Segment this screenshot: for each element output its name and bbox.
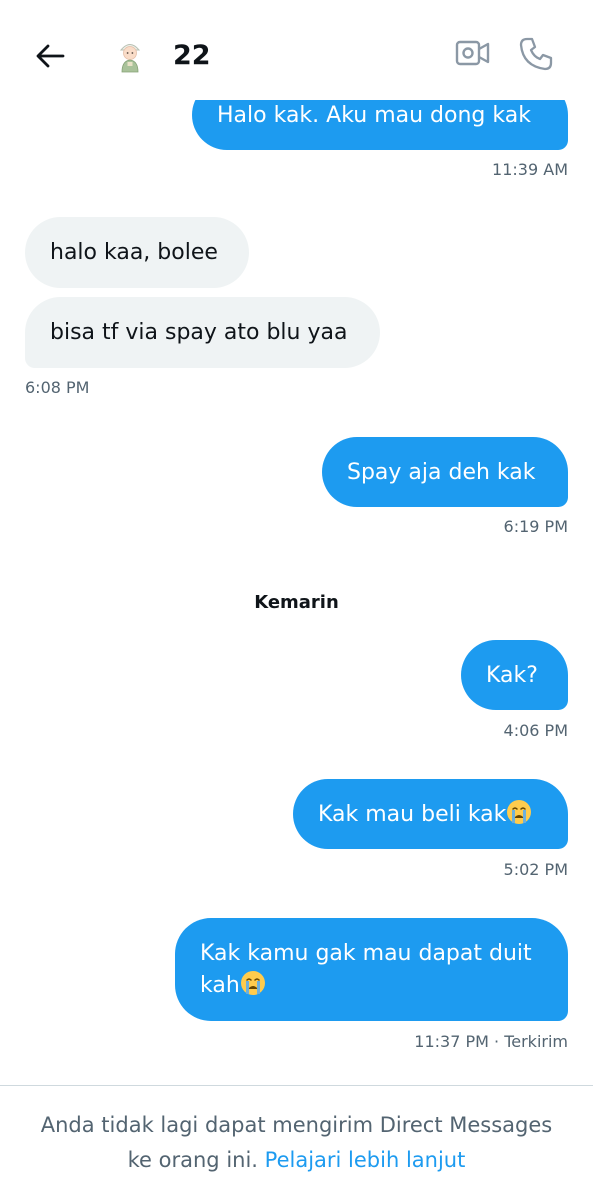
- sent-message[interactable]: Spay aja deh kak: [322, 437, 568, 507]
- footer-divider: [0, 1085, 593, 1086]
- learn-more-link[interactable]: Pelajari lebih lanjut: [265, 1148, 466, 1172]
- message-text-line: Kak kamu gak mau dapat duit: [200, 941, 532, 966]
- back-button[interactable]: [30, 36, 70, 76]
- sent-message[interactable]: Kak kamu gak mau dapat duit kah: [175, 918, 568, 1021]
- received-message[interactable]: bisa tf via spay ato blu yaa: [25, 297, 380, 368]
- message-timestamp: 5:02 PM: [503, 860, 568, 879]
- notice-line: ke orang ini.: [127, 1148, 258, 1172]
- notice-line: Anda tidak lagi dapat mengirim Direct Me…: [40, 1113, 553, 1137]
- message-timestamp: 11:39 AM: [492, 160, 568, 179]
- message-text: Halo kak. Aku mau dong kak: [217, 103, 531, 128]
- voice-call-button[interactable]: [518, 36, 558, 76]
- video-camera-icon: [455, 40, 490, 66]
- conversation-header: 22: [0, 0, 593, 100]
- message-text-line: kah: [200, 973, 240, 998]
- message-text: Kak?: [486, 663, 538, 688]
- video-call-button[interactable]: [455, 38, 495, 72]
- message-text: halo kaa, bolee: [50, 240, 218, 265]
- avatar[interactable]: [110, 36, 150, 76]
- avatar-image: [119, 44, 141, 73]
- arrow-left-icon: [36, 44, 65, 68]
- conversation-title[interactable]: 22: [173, 40, 211, 71]
- message-timestamp: 6:08 PM: [25, 378, 90, 397]
- day-separator: Kemarin: [254, 592, 339, 613]
- loudly-crying-face-icon: [507, 800, 532, 824]
- message-text: bisa tf via spay ato blu yaa: [50, 320, 348, 345]
- phone-icon: [519, 37, 553, 71]
- sent-message[interactable]: Kak?: [461, 640, 568, 710]
- message-text: Kak mau beli kak: [318, 802, 507, 827]
- received-message[interactable]: halo kaa, bolee: [25, 217, 249, 288]
- message-status: 11:37 PM · Terkirim: [414, 1032, 568, 1051]
- message-text: Spay aja deh kak: [347, 460, 536, 485]
- sent-message[interactable]: Kak mau beli kak: [293, 779, 568, 849]
- loudly-crying-face-icon: [240, 971, 265, 995]
- dm-restriction-notice: Anda tidak lagi dapat mengirim Direct Me…: [0, 1108, 593, 1178]
- message-timestamp: 4:06 PM: [503, 721, 568, 740]
- message-timestamp: 6:19 PM: [503, 517, 568, 536]
